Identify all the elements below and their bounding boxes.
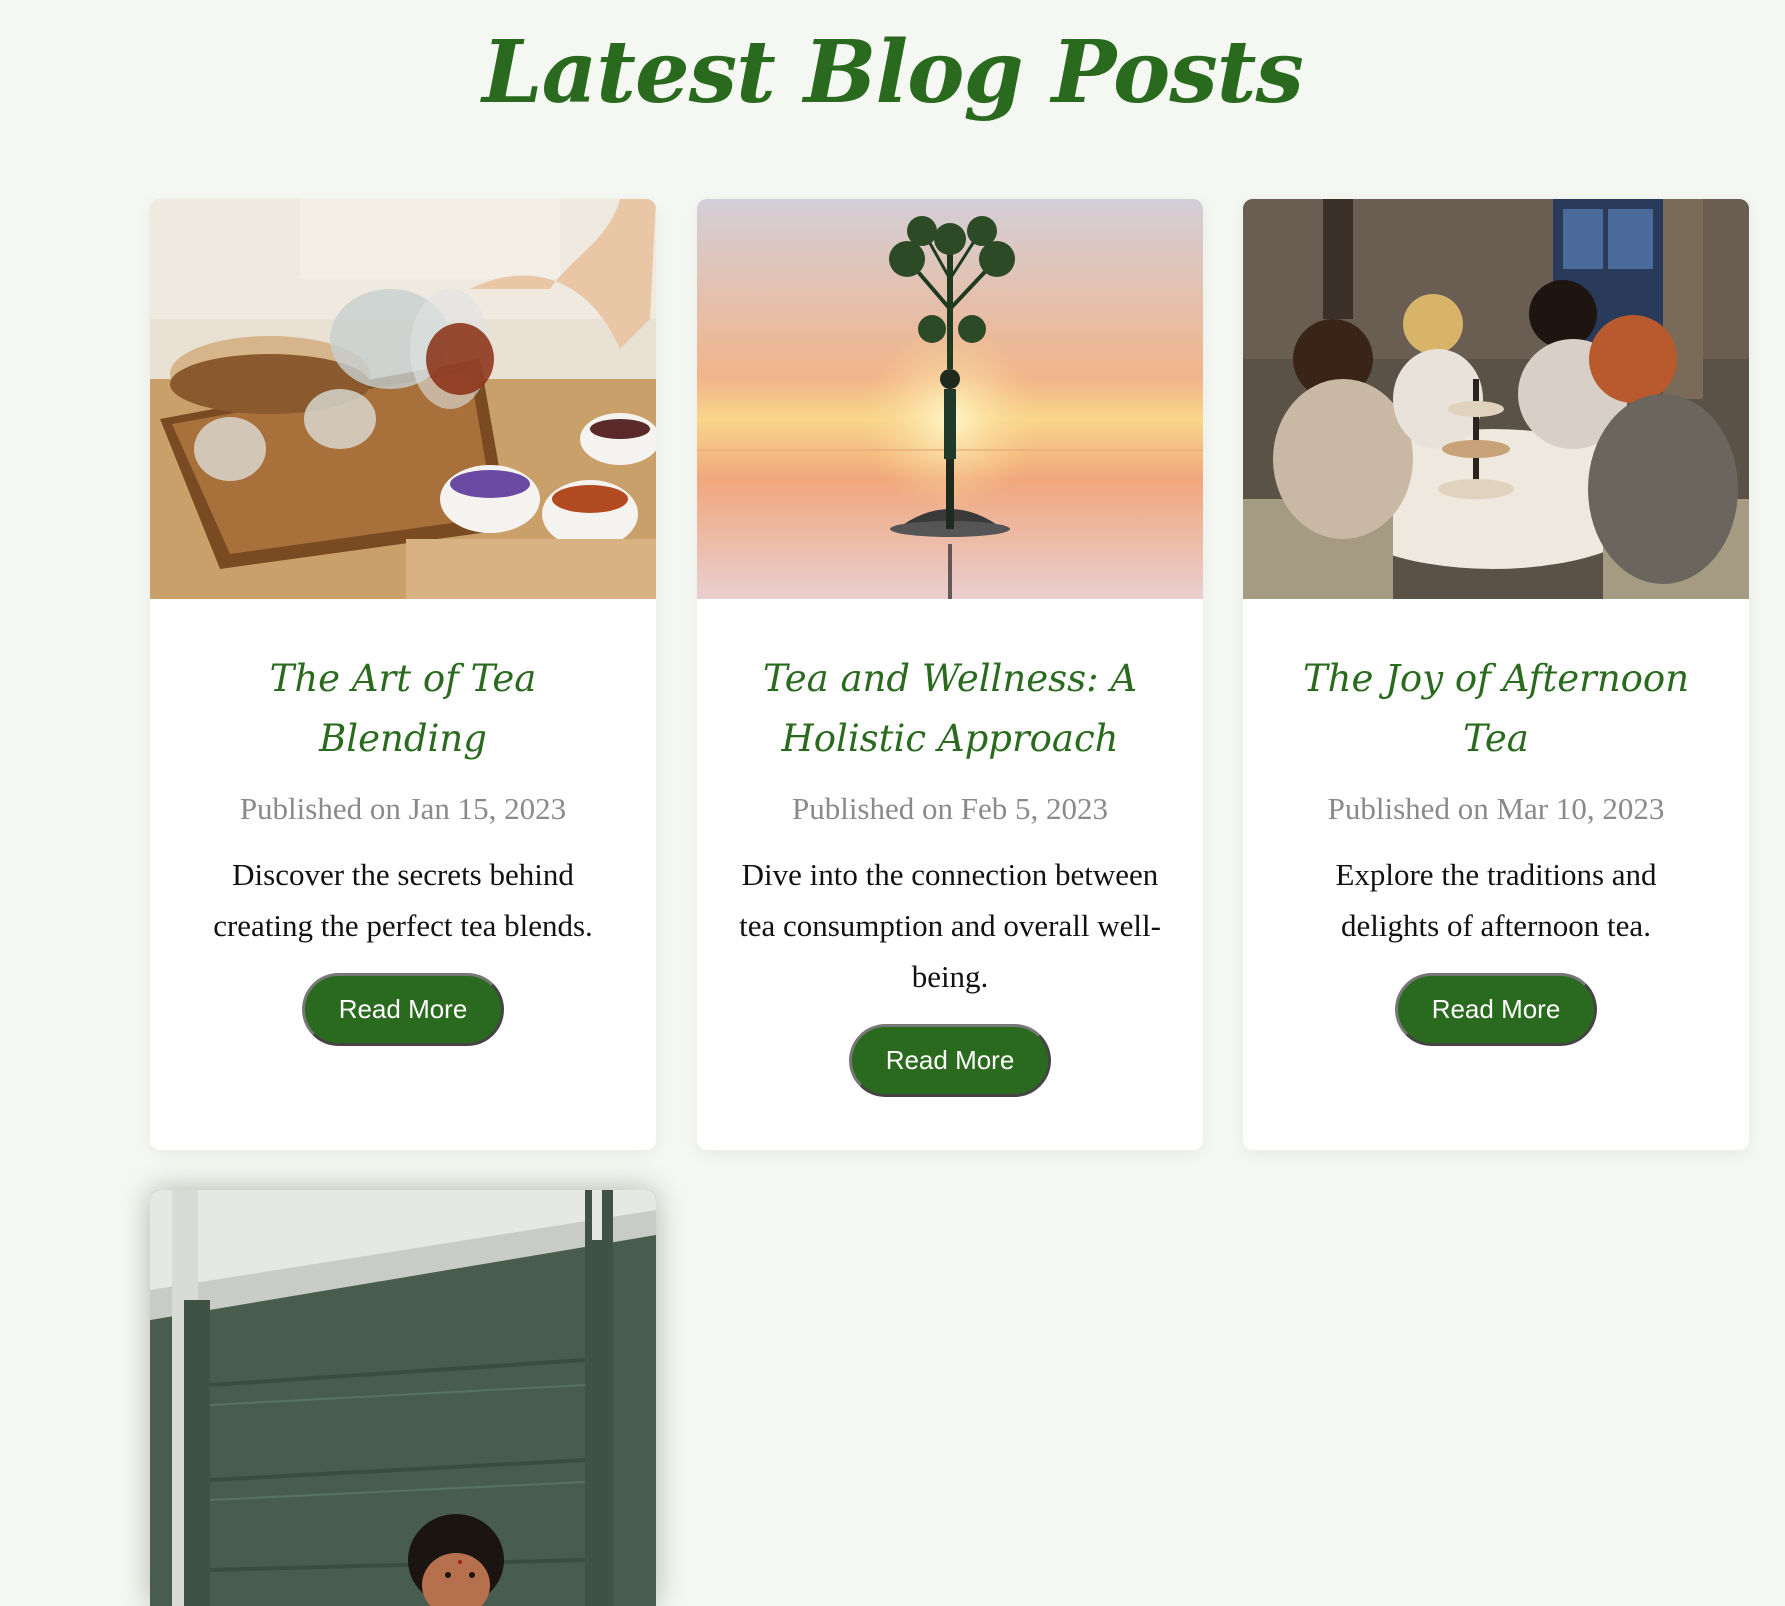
post-image[interactable] <box>1243 199 1749 599</box>
post-image[interactable] <box>697 199 1203 599</box>
post-image[interactable] <box>150 199 656 599</box>
page-title: Latest Blog Posts <box>482 22 1304 123</box>
post-date: Published on Mar 10, 2023 <box>1327 791 1665 826</box>
read-more-button[interactable]: Read More <box>301 973 505 1046</box>
post-excerpt: Explore the traditions and delights of a… <box>1335 857 1657 943</box>
post-title[interactable]: The Art of Tea Blending <box>190 649 616 769</box>
post-date: Published on Jan 15, 2023 <box>239 791 567 826</box>
post-excerpt: Discover the secrets behind creating the… <box>213 857 593 943</box>
post-title[interactable]: Tea and Wellness: A Holistic Approach <box>737 649 1163 769</box>
read-more-button[interactable]: Read More <box>848 1024 1052 1097</box>
post-date: Published on Feb 5, 2023 <box>791 791 1109 826</box>
blog-card <box>150 1190 656 1606</box>
read-more-button[interactable]: Read More <box>1394 973 1598 1046</box>
post-image[interactable] <box>150 1190 656 1606</box>
blog-card: The Art of Tea Blending Published on Jan… <box>150 199 656 1150</box>
post-title[interactable]: The Joy of Afternoon Tea <box>1283 649 1709 769</box>
blog-card: Tea and Wellness: A Holistic Approach Pu… <box>697 199 1203 1150</box>
post-excerpt: Dive into the connection between tea con… <box>739 857 1161 994</box>
blog-card: The Joy of Afternoon Tea Published on Ma… <box>1243 199 1749 1150</box>
